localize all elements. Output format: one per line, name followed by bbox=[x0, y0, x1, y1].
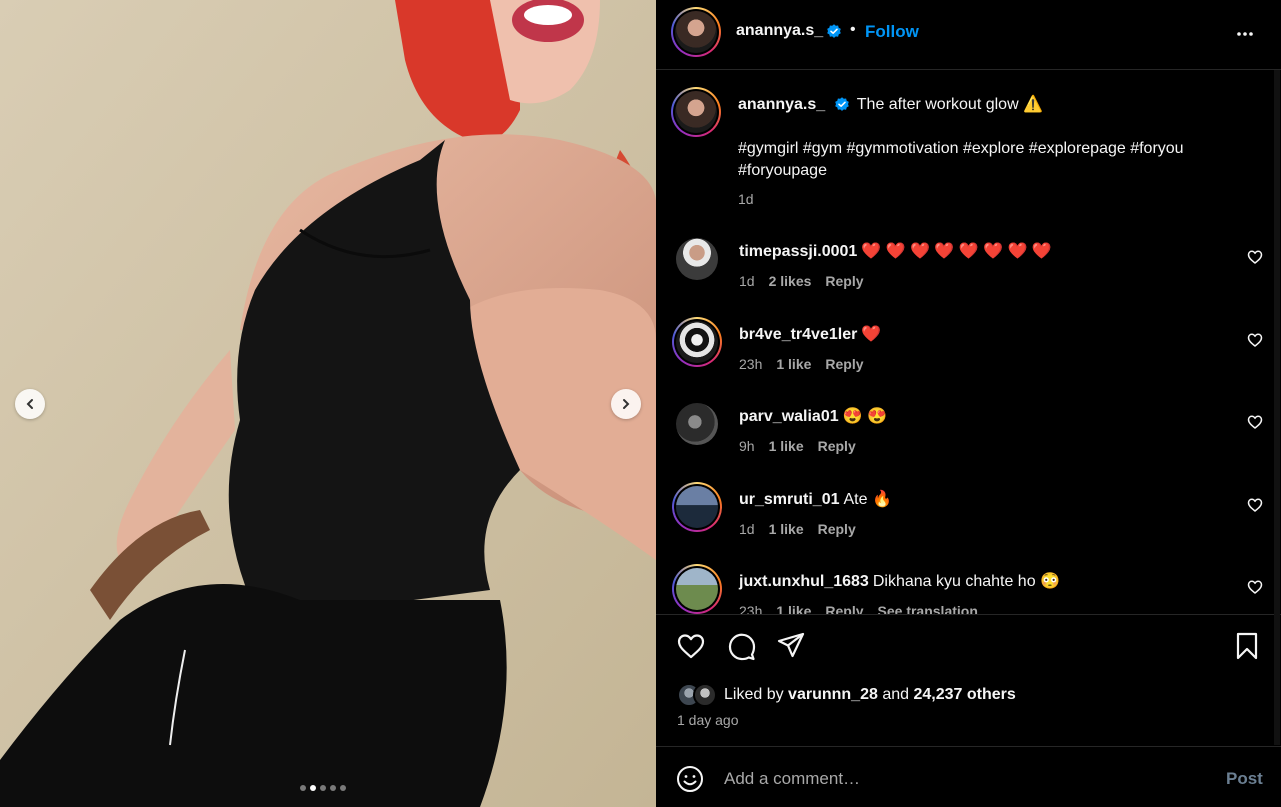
comment-row: ur_smruti_01 Ate 🔥 1d 1 like Reply bbox=[656, 476, 1281, 556]
comment-text-line: juxt.unxhul_1683 Dikhana kyu chahte ho 😳 bbox=[739, 571, 1060, 591]
commenter-username[interactable]: ur_smruti_01 bbox=[739, 491, 840, 508]
comment-time[interactable]: 23h bbox=[739, 603, 762, 614]
post-side-panel: anannya.s_ • Follow anannya.s_ The after… bbox=[656, 0, 1281, 807]
commenter-avatar[interactable] bbox=[672, 564, 722, 614]
next-slide-button[interactable] bbox=[611, 389, 641, 419]
verified-badge-icon bbox=[834, 97, 849, 111]
comment-like-icon[interactable] bbox=[1246, 413, 1264, 431]
commenter-username[interactable]: parv_walia01 bbox=[739, 408, 839, 425]
post-media[interactable] bbox=[0, 0, 656, 807]
slide-dot bbox=[330, 785, 336, 791]
comment-row: br4ve_tr4ve1ler ❤️ 23h 1 like Reply bbox=[656, 311, 1281, 391]
comment-meta: 23h 1 like Reply See translation bbox=[739, 603, 992, 614]
comment-meta: 9h 1 like Reply bbox=[739, 438, 870, 454]
slide-dot bbox=[320, 785, 326, 791]
author-avatar[interactable] bbox=[671, 7, 721, 57]
post-photo bbox=[0, 0, 656, 807]
likes-user[interactable]: varunnn_28 bbox=[788, 686, 878, 703]
liker-avatar bbox=[693, 683, 717, 707]
comment-row: parv_walia01 😍 😍 9h 1 like Reply bbox=[656, 393, 1281, 473]
caption-hashtags[interactable]: #gymgirl #gym #gymmotivation #explore #e… bbox=[738, 138, 1258, 182]
comment-meta: 1d 1 like Reply bbox=[739, 521, 870, 537]
comment-like-icon[interactable] bbox=[1246, 248, 1264, 266]
slide-indicator bbox=[300, 785, 346, 791]
comment-row: juxt.unxhul_1683 Dikhana kyu chahte ho 😳 2… bbox=[656, 558, 1281, 614]
bookmark-icon[interactable] bbox=[1231, 630, 1263, 662]
comment-text-line: br4ve_tr4ve1ler ❤️ bbox=[739, 324, 881, 344]
comment-bar: Post bbox=[656, 746, 1281, 807]
comment-likes[interactable]: 2 likes bbox=[769, 273, 812, 289]
comment-body: 😍 😍 bbox=[842, 408, 887, 425]
scrollbar[interactable] bbox=[1274, 70, 1280, 745]
comment-likes[interactable]: 1 like bbox=[776, 356, 811, 372]
likes-others[interactable]: 24,237 others bbox=[913, 686, 1015, 703]
comment-like-icon[interactable] bbox=[1246, 496, 1264, 514]
verified-badge-icon bbox=[827, 24, 841, 38]
comment-text-line: parv_walia01 😍 😍 bbox=[739, 406, 887, 426]
divider bbox=[656, 614, 1281, 615]
comment-body: Ate 🔥 bbox=[843, 491, 892, 508]
comment-text-line: ur_smruti_01 Ate 🔥 bbox=[739, 489, 892, 509]
separator-dot: • bbox=[850, 21, 856, 38]
commenter-username[interactable]: juxt.unxhul_1683 bbox=[739, 573, 869, 590]
likes-prefix: Liked by bbox=[724, 686, 784, 703]
chevron-right-icon bbox=[623, 399, 630, 409]
previous-slide-button[interactable] bbox=[15, 389, 45, 419]
reply-button[interactable]: Reply bbox=[825, 356, 863, 372]
commenter-username[interactable]: br4ve_tr4ve1ler bbox=[739, 326, 857, 343]
chevron-left-icon bbox=[26, 399, 33, 409]
author-username[interactable]: anannya.s_ bbox=[736, 22, 823, 40]
comment-likes[interactable]: 1 like bbox=[769, 521, 804, 537]
comment-likes[interactable]: 1 like bbox=[769, 438, 804, 454]
commenter-avatar[interactable] bbox=[672, 234, 722, 284]
comment-icon[interactable] bbox=[725, 630, 757, 662]
comment-time[interactable]: 9h bbox=[739, 438, 755, 454]
comment-body: Dikhana kyu chahte ho 😳 bbox=[872, 573, 1060, 590]
follow-button[interactable]: Follow bbox=[865, 22, 919, 42]
commenter-avatar[interactable] bbox=[672, 399, 722, 449]
likes-text[interactable]: Liked by varunnn_28 and 24,237 others bbox=[724, 686, 1016, 704]
comment-body: ❤️ ❤️ ❤️ ❤️ ❤️ ❤️ ❤️ ❤️ bbox=[861, 243, 1052, 260]
likes-connector: and bbox=[882, 686, 910, 703]
post-header: anannya.s_ • Follow bbox=[656, 0, 1281, 70]
emoji-icon[interactable] bbox=[676, 765, 704, 793]
reply-button[interactable]: Reply bbox=[825, 273, 863, 289]
comments-list[interactable]: timepassji.0001 ❤️ ❤️ ❤️ ❤️ ❤️ ❤️ ❤️ ❤️ 1d… bbox=[656, 228, 1281, 614]
reply-button[interactable]: Reply bbox=[825, 603, 863, 614]
comment-body: ❤️ bbox=[861, 326, 882, 343]
caption-author-avatar[interactable] bbox=[671, 87, 721, 137]
post-timestamp[interactable]: 1 day ago bbox=[677, 712, 739, 728]
reply-button[interactable]: Reply bbox=[818, 438, 856, 454]
comment-row: timepassji.0001 ❤️ ❤️ ❤️ ❤️ ❤️ ❤️ ❤️ ❤️ 1d… bbox=[656, 228, 1281, 308]
commenter-avatar[interactable] bbox=[672, 482, 722, 532]
action-bar bbox=[656, 630, 1281, 666]
caption-time[interactable]: 1d bbox=[738, 191, 754, 207]
slide-dot bbox=[300, 785, 306, 791]
comment-time[interactable]: 1d bbox=[739, 521, 755, 537]
caption-username[interactable]: anannya.s_ bbox=[738, 96, 825, 113]
comment-time[interactable]: 1d bbox=[739, 273, 755, 289]
caption-line: anannya.s_ The after workout glow ⚠️ bbox=[738, 94, 1043, 114]
comment-meta: 23h 1 like Reply bbox=[739, 356, 878, 372]
see-translation-button[interactable]: See translation bbox=[878, 603, 978, 614]
comment-likes[interactable]: 1 like bbox=[776, 603, 811, 614]
comment-text-line: timepassji.0001 ❤️ ❤️ ❤️ ❤️ ❤️ ❤️ ❤️ ❤️ bbox=[739, 241, 1052, 261]
comment-time[interactable]: 23h bbox=[739, 356, 762, 372]
share-icon[interactable] bbox=[775, 630, 807, 662]
comment-input[interactable] bbox=[724, 765, 1204, 793]
slide-dot bbox=[340, 785, 346, 791]
caption-text: The after workout glow ⚠️ bbox=[856, 96, 1043, 113]
more-horizontal-icon[interactable] bbox=[1233, 22, 1257, 46]
heart-icon[interactable] bbox=[675, 630, 707, 662]
commenter-avatar[interactable] bbox=[672, 317, 722, 367]
comment-like-icon[interactable] bbox=[1246, 331, 1264, 349]
comment-like-icon[interactable] bbox=[1246, 578, 1264, 596]
slide-dot bbox=[310, 785, 316, 791]
comment-meta: 1d 2 likes Reply bbox=[739, 273, 878, 289]
post-comment-button[interactable]: Post bbox=[1226, 769, 1263, 789]
reply-button[interactable]: Reply bbox=[818, 521, 856, 537]
commenter-username[interactable]: timepassji.0001 bbox=[739, 243, 857, 260]
